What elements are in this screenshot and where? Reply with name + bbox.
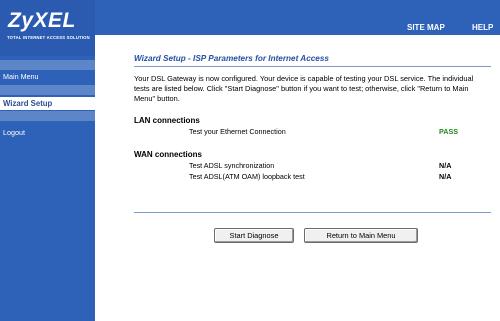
sidebar-item-main-menu[interactable]: Main Menu [0, 70, 95, 83]
return-main-menu-button[interactable]: Return to Main Menu [304, 228, 418, 243]
help-link[interactable]: HELP [472, 23, 493, 32]
page-title: Wizard Setup - ISP Parameters for Intern… [134, 54, 329, 63]
zyxel-logo: ZyXEL TOTAL INTERNET ACCESS SOLUTION [0, 0, 95, 56]
title-divider [134, 66, 491, 67]
test-adsl-sync-label: Test ADSL synchronization [189, 161, 275, 170]
lan-connections-heading: LAN connections [134, 116, 200, 125]
site-map-link[interactable]: SITE MAP [407, 23, 445, 32]
content-divider [134, 212, 491, 213]
sidebar-item-wizard-setup[interactable]: Wizard Setup [0, 97, 95, 110]
wan-connections-heading: WAN connections [134, 150, 203, 159]
test-adsl-loopback-result: N/A [439, 172, 452, 181]
sidebar: ZyXEL TOTAL INTERNET ACCESS SOLUTION Mai… [0, 0, 95, 321]
test-ethernet-result: PASS [439, 127, 459, 136]
sidebar-item-logout[interactable]: Logout [0, 126, 95, 139]
logo-wordmark: ZyXEL [8, 9, 76, 32]
top-bar-strip [95, 35, 500, 40]
start-diagnose-button[interactable]: Start Diagnose [214, 228, 294, 243]
sidebar-divider [0, 85, 95, 95]
sidebar-divider [0, 60, 95, 70]
test-adsl-sync-result: N/A [439, 161, 452, 170]
intro-text: Your DSL Gateway is now configured. Your… [134, 74, 474, 103]
test-ethernet-label: Test your Ethernet Connection [189, 127, 286, 136]
test-adsl-loopback-label: Test ADSL(ATM OAM) loopback test [189, 172, 305, 181]
logo-tagline: TOTAL INTERNET ACCESS SOLUTION [7, 35, 90, 40]
top-bar: SITE MAP HELP [95, 0, 500, 35]
sidebar-divider [0, 111, 95, 121]
